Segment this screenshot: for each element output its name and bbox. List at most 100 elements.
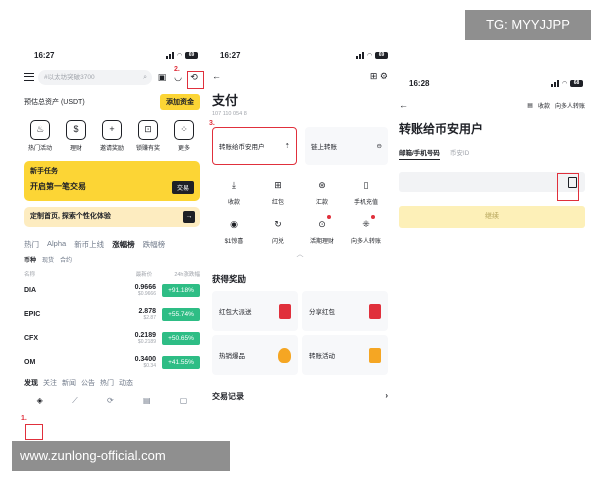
service-label: 活期理财	[309, 239, 334, 245]
phone-icon: ▯	[363, 180, 369, 190]
market-table-header: 名称 最新价 24h涨跌幅	[20, 264, 204, 278]
status-time: 16:27	[34, 50, 55, 60]
reward-card[interactable]: 热销爆品	[212, 335, 298, 375]
tab-new-listing[interactable]: 新币上线	[74, 239, 104, 250]
nav-wallet-icon[interactable]: ▢	[180, 396, 188, 406]
tab-hot[interactable]: 热门	[24, 239, 39, 250]
reward-card[interactable]: 红包大派送	[212, 291, 298, 331]
assets-label[interactable]: 预估总资产 (USDT)	[24, 97, 85, 107]
back-arrow-icon[interactable]: ←	[399, 100, 408, 110]
continue-button[interactable]: 继续	[399, 206, 585, 228]
home-screen: 16:27 ◠ 69 #以太坊突破3700 ⌕ ▣ ◡ ⟲ 2. 预估总资产 (…	[20, 44, 204, 440]
newbie-task-card[interactable]: 新手任务 开启第一笔交易 交易	[24, 161, 200, 201]
notification-dot	[327, 215, 331, 219]
search-input[interactable]: #以太坊突破3700 ⌕	[38, 69, 152, 85]
reward-card[interactable]: 分享红包	[302, 291, 388, 331]
service-label: 闪兑	[271, 239, 284, 245]
status-icons: ◠ 68	[551, 79, 583, 87]
tab-news[interactable]: 新闻	[62, 378, 76, 388]
service-item[interactable]: ⊙ 活期理财	[300, 215, 344, 245]
quick-action[interactable]: ⁘ 更多	[168, 120, 200, 152]
service-item[interactable]: ▯ 手机充值	[344, 177, 388, 206]
chevron-up-icon[interactable]: ︿	[206, 245, 394, 259]
price-value: 2.878	[138, 307, 156, 315]
tab-feed[interactable]: 动态	[119, 378, 133, 388]
quick-action-label: 锁赚有奖	[135, 146, 160, 152]
change-badge: +41.55%	[162, 355, 200, 369]
change-badge: +55.74%	[162, 307, 200, 321]
service-label: 红包	[271, 200, 284, 206]
arrow-right-icon[interactable]: →	[183, 211, 195, 223]
menu-icon[interactable]	[24, 73, 34, 81]
tab-email-phone[interactable]: 邮箱/手机号码	[399, 147, 440, 160]
change-badge: +91.18%	[162, 283, 200, 297]
quick-action[interactable]: ⊡ 锁赚有奖	[132, 120, 164, 152]
price-usd: $0.2189	[137, 338, 156, 345]
nav-futures-icon[interactable]: ▤	[143, 396, 151, 406]
service-item[interactable]: ↻ 闪兑	[256, 216, 300, 245]
service-item[interactable]: ⊛ 汇款	[300, 177, 344, 206]
pay-screen: 16:27 ◠ 69 ← ⊞ ⚙ 支付 107 110 054 8 3. 转账给…	[206, 44, 394, 440]
tab-discover[interactable]: 发现	[24, 378, 38, 388]
nav-home-icon[interactable]: ◈	[37, 396, 43, 406]
coin-price: 0.3400 $0.34	[135, 356, 156, 369]
service-item[interactable]: ⁜ 向多人转账	[344, 215, 388, 245]
multi-transfer-link[interactable]: 向多人转账	[555, 101, 585, 110]
nav-trade-icon[interactable]: ⟳	[107, 396, 114, 406]
tab-alpha[interactable]: Alpha	[47, 239, 66, 250]
tab-follow[interactable]: 关注	[43, 378, 57, 388]
status-time: 16:27	[220, 50, 241, 60]
tab-announcement[interactable]: 公告	[81, 378, 95, 388]
coupon-icon[interactable]: ▣	[156, 71, 168, 83]
table-row[interactable]: OM 0.3400 $0.34 +41.55%	[20, 350, 204, 374]
red-envelope-icon	[279, 303, 291, 319]
table-row[interactable]: DIA 0.9666 $0.9666 +91.18%	[20, 278, 204, 302]
customize-banner[interactable]: 定制首页, 探索个性化体验 →	[24, 207, 200, 227]
service-item[interactable]: ⤓ 收款	[212, 177, 256, 206]
step-2-label: 2.	[174, 66, 180, 73]
chevron-right-icon: ›	[385, 391, 388, 400]
coin-name: OM	[24, 358, 36, 366]
step-3-label: 3.	[209, 120, 215, 127]
scan-icon[interactable]: ⊞	[370, 71, 378, 81]
service-label: 向多人转账	[350, 239, 381, 245]
transfer-user-card[interactable]: 转账给币安用户 ⇡	[212, 127, 297, 165]
subtab-futures[interactable]: 合约	[60, 255, 72, 264]
transactions-row[interactable]: 交易记录 ›	[206, 375, 394, 402]
receive-link[interactable]: 收款	[538, 101, 550, 110]
service-item[interactable]: ◉ $1惊喜	[212, 216, 256, 245]
service-item[interactable]: ⊞ 红包	[256, 177, 300, 206]
nav-markets-icon[interactable]: ⟋	[72, 396, 78, 406]
subtab-spot[interactable]: 现货	[42, 255, 54, 264]
settings-icon[interactable]: ⚙	[380, 71, 388, 81]
quick-action[interactable]: $ 理财	[60, 120, 92, 152]
fire-icon: ♨	[30, 120, 50, 140]
receipt-icon[interactable]: ▤	[527, 102, 533, 109]
transfer-screen: 16:28 ◠ 68 ← ▤ 收款 向多人转账 转账给币安用户 邮箱/手机号码 …	[395, 72, 589, 272]
chain-transfer-card[interactable]: 链上转账 ⊖	[305, 127, 388, 165]
tab-losers[interactable]: 跌幅榜	[143, 239, 166, 250]
transfer-user-label: 转账给币安用户	[219, 144, 265, 151]
search-placeholder: #以太坊突破3700	[44, 73, 95, 81]
add-funds-button[interactable]: 添加资金	[160, 94, 200, 110]
quick-action[interactable]: + 邀请奖励	[96, 120, 128, 152]
tab-trending[interactable]: 热门	[100, 378, 114, 388]
table-row[interactable]: CFX 0.2189 $0.2189 +50.65%	[20, 326, 204, 350]
table-row[interactable]: EPIC 2.878 $2.87 +55.74%	[20, 302, 204, 326]
quick-action[interactable]: ♨ 热门活动	[24, 120, 56, 152]
coin-price: 0.2189 $0.2189	[135, 332, 156, 345]
pay-nav: ← ⊞ ⚙	[206, 66, 394, 86]
subtab-coin[interactable]: 币种	[24, 255, 36, 264]
bottom-nav: ◈ ⟋ ⟳ ▤ ▢	[20, 388, 204, 406]
surprise-icon: ◉	[230, 219, 238, 229]
tab-gainers[interactable]: 涨幅榜	[112, 239, 135, 250]
person-plus-icon: +	[102, 120, 122, 140]
tab-binance-id[interactable]: 币安ID	[450, 147, 470, 160]
status-bar: 16:28 ◠ 68	[395, 72, 589, 94]
back-arrow-icon[interactable]: ←	[212, 71, 221, 81]
service-label: 收款	[227, 200, 240, 206]
reward-card[interactable]: 转账活动	[302, 335, 388, 375]
user-id[interactable]: 107 110 054 8	[206, 109, 394, 117]
rewards-grid: 红包大派送 分享红包 热销爆品 转账活动	[206, 285, 394, 375]
trade-button[interactable]: 交易	[171, 181, 194, 194]
